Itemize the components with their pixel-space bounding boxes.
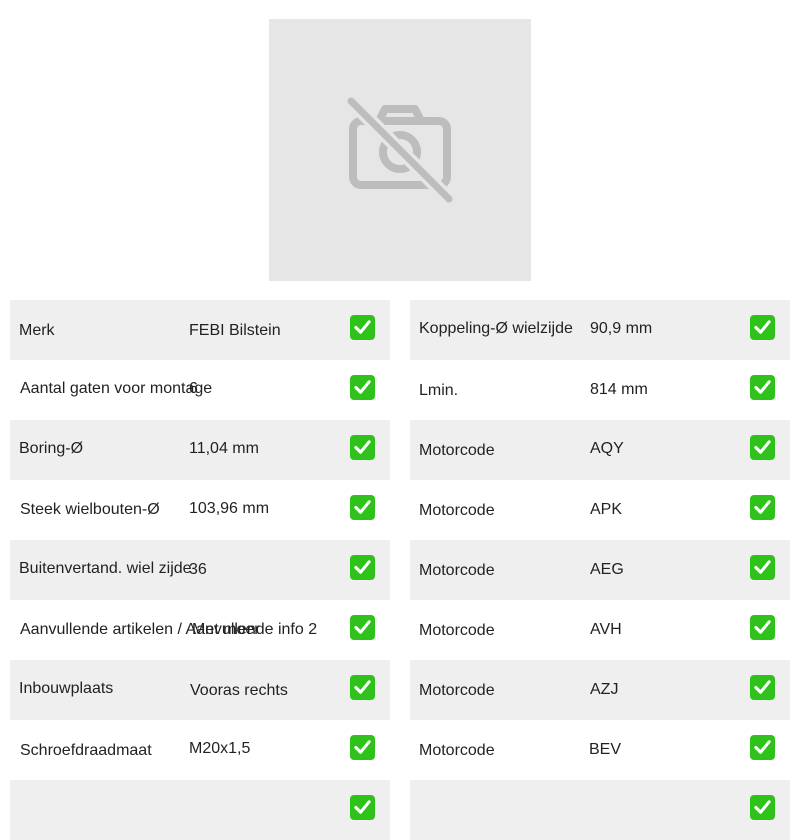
check-icon — [750, 315, 775, 340]
spec-label: Motorcode — [419, 742, 495, 759]
check-icon — [350, 675, 375, 700]
spec-value: M20x1,5 — [189, 740, 251, 757]
spec-label: Motorcode — [419, 562, 495, 579]
check-icon — [350, 555, 375, 580]
spec-row: Aantal gaten voor montage 6 — [10, 360, 390, 420]
spec-value: 36 — [189, 561, 207, 578]
check-icon — [350, 435, 375, 460]
spec-label: Koppeling-Ø wielzijde — [419, 320, 573, 337]
spec-row: Lmin. 814 mm — [410, 360, 790, 420]
spec-row: Motorcode AVH — [410, 600, 790, 660]
spec-label: Motorcode — [419, 502, 495, 519]
check-icon — [750, 375, 775, 400]
check-icon — [750, 555, 775, 580]
spec-value: Met moer — [192, 621, 260, 638]
check-icon — [350, 735, 375, 760]
spec-table-right: Koppeling-Ø wielzijde 90,9 mm Lmin. 814 … — [410, 300, 790, 840]
check-icon — [350, 495, 375, 520]
spec-label: Motorcode — [419, 682, 495, 699]
spec-label: Aantal gaten voor montage — [20, 380, 213, 397]
spec-row: Motorcode AEG — [410, 540, 790, 600]
spec-value: 814 mm — [590, 381, 648, 398]
spec-label: Inbouwplaats — [19, 680, 114, 697]
spec-row: Koppeling-Ø wielzijde 90,9 mm — [410, 300, 790, 360]
spec-value: 90,9 mm — [590, 320, 653, 337]
spec-row: Aanvullende artikelen / Aanvullende info… — [10, 600, 390, 660]
spec-row: Motorcode AZJ — [410, 660, 790, 720]
check-icon — [350, 375, 375, 400]
spec-label: Merk — [19, 322, 55, 339]
spec-label: Motorcode — [419, 442, 495, 459]
check-icon — [750, 735, 775, 760]
spec-label: Boring-Ø — [19, 440, 84, 457]
spec-row: Motorcode AQY — [410, 420, 790, 480]
spec-value: Vooras rechts — [190, 682, 288, 699]
check-icon — [350, 615, 375, 640]
check-icon — [750, 795, 775, 820]
camera-off-icon — [346, 96, 454, 204]
spec-row: Steek wielbouten-Ø 103,96 mm — [10, 480, 390, 540]
check-icon — [750, 675, 775, 700]
check-icon — [750, 615, 775, 640]
check-icon — [750, 435, 775, 460]
check-icon — [750, 495, 775, 520]
spec-row: Motorcode APK — [410, 480, 790, 540]
spec-row: Inbouwplaats Vooras rechts — [10, 660, 390, 720]
spec-value: AEG — [590, 561, 624, 578]
spec-row: Buitenvertand. wiel zijde 36 — [10, 540, 390, 600]
spec-value: 11,04 mm — [189, 440, 259, 457]
spec-row: Schroefdraadmaat M20x1,5 — [10, 720, 390, 780]
check-icon — [350, 795, 375, 820]
product-image-placeholder — [269, 19, 531, 281]
spec-row — [410, 780, 790, 840]
spec-label: Schroefdraadmaat — [20, 742, 152, 759]
spec-value: BEV — [589, 741, 622, 758]
spec-row — [10, 780, 390, 840]
spec-row: Boring-Ø 11,04 mm — [10, 420, 390, 480]
spec-label: Motorcode — [419, 622, 495, 639]
spec-value: 103,96 mm — [189, 500, 270, 517]
spec-value: AQY — [590, 440, 624, 457]
spec-value: AZJ — [590, 681, 619, 698]
spec-label: Buitenvertand. wiel zijde — [19, 560, 192, 577]
check-icon — [350, 315, 375, 340]
spec-row: Motorcode BEV — [410, 720, 790, 780]
spec-value: FEBI Bilstein — [189, 322, 281, 339]
spec-value: AVH — [590, 621, 622, 638]
spec-label: Steek wielbouten-Ø — [20, 501, 160, 518]
spec-value: 6 — [189, 380, 198, 397]
spec-label: Lmin. — [419, 382, 459, 399]
spec-label: Aanvullende artikelen / Aanvullende info… — [20, 621, 318, 638]
spec-table-left: Merk FEBI Bilstein Aantal gaten voor mon… — [10, 300, 390, 840]
spec-row: Merk FEBI Bilstein — [10, 300, 390, 360]
spec-value: APK — [590, 501, 623, 518]
